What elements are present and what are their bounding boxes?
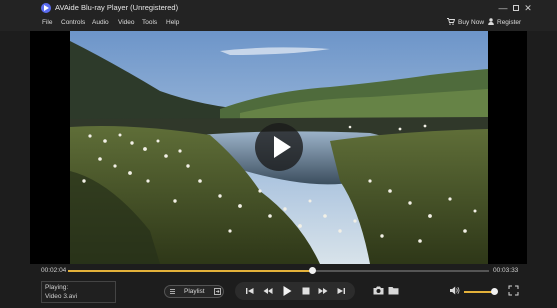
playing-label: Playing: [45, 284, 69, 291]
volume-slider[interactable] [464, 291, 494, 293]
snapshot-icon[interactable] [373, 285, 384, 296]
playlist-button[interactable]: Playlist [164, 285, 224, 298]
playlist-label: Playlist [184, 288, 205, 295]
play-overlay-icon[interactable] [255, 123, 303, 171]
playing-file-name: Video 3.avi [45, 293, 78, 300]
volume-thumb[interactable] [491, 288, 498, 295]
progress-thumb[interactable] [308, 267, 316, 274]
volume-icon[interactable] [449, 285, 460, 296]
fullscreen-icon[interactable] [508, 285, 519, 296]
minimize-icon[interactable]: — [496, 1, 510, 15]
loop-icon[interactable] [214, 288, 221, 295]
cart-icon [447, 18, 456, 25]
user-icon [488, 18, 494, 25]
progress-bar[interactable] [68, 267, 489, 274]
menu-bar: File Controls Audio Video Tools Help Buy… [0, 17, 557, 31]
menu-tools[interactable]: Tools [142, 19, 157, 26]
fast-forward-icon[interactable] [318, 286, 328, 296]
buy-now-label: Buy Now [458, 19, 485, 26]
menu-video[interactable]: Video [118, 19, 135, 26]
buy-now-button[interactable]: Buy Now [447, 18, 484, 26]
window-title: AVAide Blu-ray Player (Unregistered) [55, 3, 179, 12]
title-bar: AVAide Blu-ray Player (Unregistered) — ✕ [0, 0, 557, 17]
register-button[interactable]: Register [488, 18, 521, 26]
menu-audio[interactable]: Audio [92, 19, 109, 26]
player-window: AVAide Blu-ray Player (Unregistered) — ✕… [0, 0, 557, 308]
menu-controls[interactable]: Controls [61, 19, 85, 26]
folder-icon[interactable] [388, 285, 399, 296]
menu-help[interactable]: Help [166, 19, 179, 26]
current-time: 00:02:04 [41, 267, 67, 274]
transport-controls [235, 282, 355, 300]
stop-icon[interactable] [301, 286, 311, 296]
rewind-icon[interactable] [263, 286, 273, 296]
playlist-icon [170, 289, 175, 294]
app-logo-icon [41, 3, 51, 13]
play-icon[interactable] [281, 285, 293, 297]
menu-file[interactable]: File [42, 19, 52, 26]
close-icon[interactable]: ✕ [521, 1, 535, 15]
skip-next-icon[interactable] [336, 286, 346, 296]
now-playing-box: Playing: Video 3.avi [41, 281, 116, 303]
total-time: 00:03:33 [493, 267, 519, 274]
skip-previous-icon[interactable] [245, 286, 255, 296]
progress-fill [68, 270, 313, 272]
register-label: Register [497, 19, 522, 26]
